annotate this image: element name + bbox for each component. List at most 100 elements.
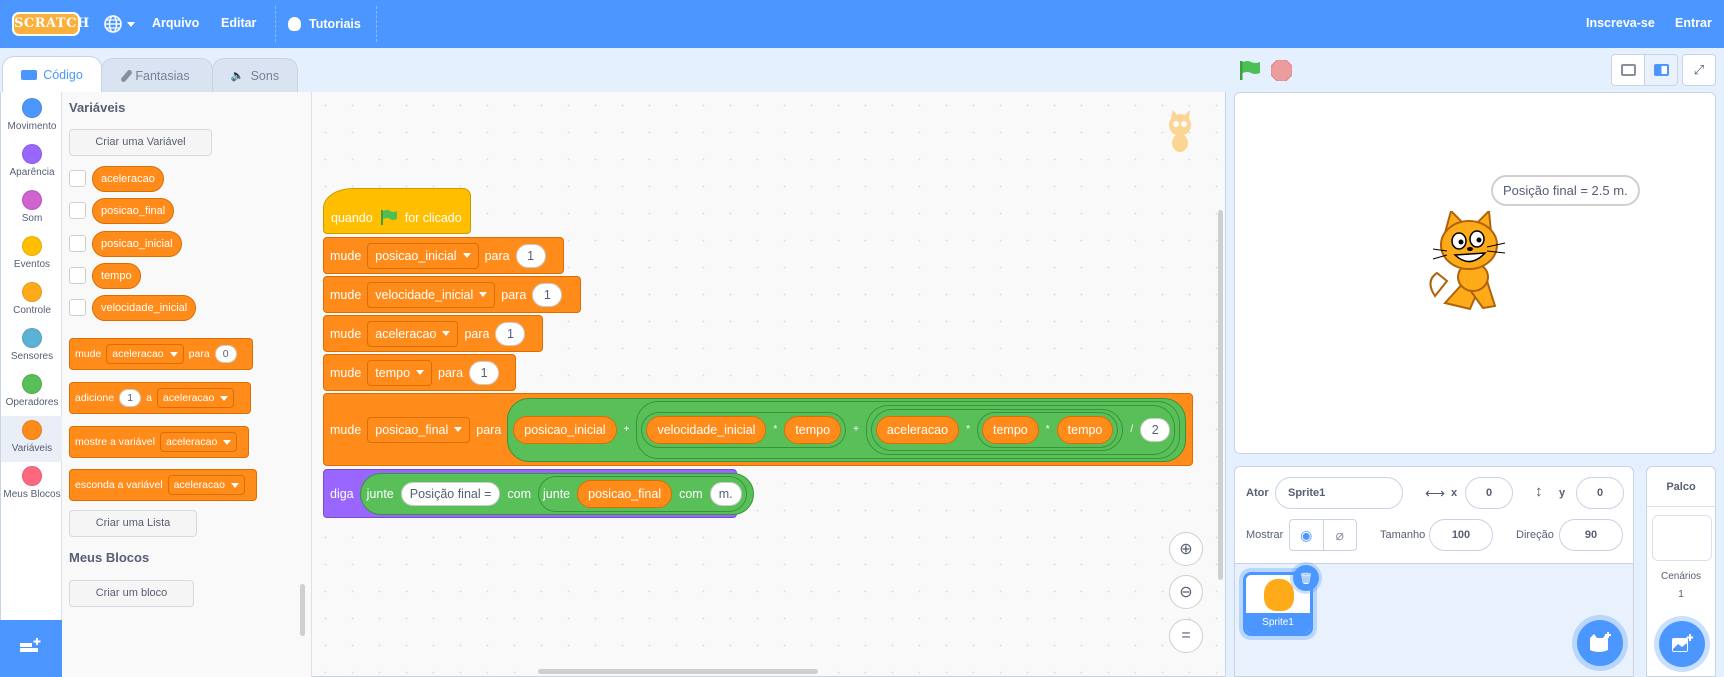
variable-checkbox[interactable] [69,235,86,252]
add-operator[interactable]: velocidade_inicial * tempo + aceleracao … [636,400,1181,459]
direction-input[interactable]: 90 [1559,519,1623,551]
set-variable-block[interactable]: mude aceleracao para 1 [323,315,543,352]
variable-checkbox[interactable] [69,170,86,187]
fullscreen-button[interactable]: ⤢ [1682,54,1716,86]
x-input[interactable]: 0 [1465,477,1513,509]
code-vertical-scrollbar[interactable] [1218,210,1223,580]
variable-dropdown[interactable]: aceleracao [167,475,245,495]
variable-reporter[interactable]: posicao_inicial [513,415,617,444]
multiply-operator[interactable]: aceleracao * tempo * tempo [870,408,1124,451]
delete-sprite-button[interactable]: 🗑 [1293,565,1319,591]
category-control[interactable]: Controle [1,282,63,326]
create-block-button[interactable]: Criar um bloco [69,580,194,607]
signin-link[interactable]: Entrar [1675,0,1712,48]
variable-dropdown[interactable]: posicao_inicial [367,242,479,269]
stage-pane[interactable]: Palco Cenários 1 [1646,466,1716,677]
backdrop-thumbnail[interactable] [1652,515,1712,561]
text-input[interactable]: m. [709,481,742,506]
create-variable-button[interactable]: Criar uma Variável [69,129,212,156]
variable-dropdown[interactable]: posicao_final [367,416,471,443]
variable-reporter[interactable]: tempo [1056,415,1114,444]
variable-reporter[interactable]: velocidade_inicial [92,295,197,321]
category-motion[interactable]: Movimento [1,98,63,142]
say-block[interactable]: diga junte Posição final = com junte pos… [323,469,754,518]
palette-set-variable-block[interactable]: mude aceleracao para 0 [69,338,253,370]
sprite-name-input[interactable]: Sprite1 [1275,477,1403,509]
palette-scrollbar[interactable] [300,584,305,636]
divide-operator[interactable]: aceleracao * tempo * tempo / 2 [865,404,1176,455]
signup-link[interactable]: Inscreva-se [1586,0,1655,48]
create-list-button[interactable]: Criar uma Lista [69,510,197,537]
stop-button[interactable] [1271,60,1292,81]
variable-reporter[interactable]: posicao_final [577,479,673,508]
palette-show-variable-block[interactable]: mostre a variável aceleracao [69,426,249,458]
tab-code[interactable]: Código [2,56,102,92]
category-my-blocks[interactable]: Meus Blocos [1,466,63,510]
tab-sounds[interactable]: 🔈 Sons [212,58,298,92]
category-operators[interactable]: Operadores [1,374,63,418]
variable-reporter[interactable]: posicao_inicial [92,231,182,257]
category-events[interactable]: Eventos [1,236,63,280]
category-sound[interactable]: Som [1,190,63,234]
variable-dropdown[interactable]: tempo [367,359,433,386]
variable-checkbox[interactable] [69,299,86,316]
variable-checkbox[interactable] [69,267,86,284]
variable-reporter[interactable]: tempo [784,415,842,444]
variable-dropdown[interactable]: velocidade_inicial [367,281,496,308]
value-input[interactable]: 1 [469,360,500,385]
variable-dropdown[interactable]: aceleracao [156,388,235,408]
join-operator[interactable]: junte Posição final = com junte posicao_… [359,472,754,515]
hide-sprite-button[interactable]: ⌀ [1324,520,1357,550]
join-operator[interactable]: junte posicao_final com m. [538,475,747,512]
code-horizontal-scrollbar[interactable] [538,669,818,674]
variable-dropdown[interactable]: aceleracao [367,320,459,347]
zoom-out-button[interactable]: ⊖ [1169,575,1203,609]
variable-reporter[interactable]: velocidade_inicial [646,415,767,444]
cat-sprite[interactable] [1425,211,1525,316]
tutorials-menu[interactable]: Tutoriais [288,0,361,48]
set-variable-block[interactable]: mude tempo para 1 [323,354,516,391]
variable-reporter[interactable]: tempo [92,263,141,289]
value-input[interactable]: 1 [119,389,142,407]
set-variable-block[interactable]: mude posicao_inicial para 1 [323,237,564,274]
tab-costumes[interactable]: Fantasias [101,58,213,92]
set-posicao-final-block[interactable]: mude posicao_final para posicao_inicial … [323,393,1193,466]
zoom-reset-button[interactable]: = [1169,619,1203,653]
green-flag-button[interactable] [1239,60,1261,80]
text-input[interactable]: Posição final = [400,481,501,506]
size-input[interactable]: 100 [1429,519,1493,551]
zoom-in-button[interactable]: ⊕ [1169,532,1203,566]
scratch-logo[interactable]: SCRATCH [12,12,89,36]
stage[interactable]: Posição final = 2.5 m. [1234,92,1716,454]
y-input[interactable]: 0 [1576,477,1624,509]
multiply-operator[interactable]: velocidade_inicial * tempo [641,411,847,448]
code-area[interactable]: quando for clicado mude posicao_inicial … [312,92,1226,677]
edit-menu[interactable]: Editar [221,0,256,48]
value-input[interactable]: 1 [532,282,563,307]
palette-hide-variable-block[interactable]: esconda a variável aceleracao [69,469,257,501]
variable-reporter[interactable]: aceleracao [92,166,164,192]
set-variable-block[interactable]: mude velocidade_inicial para 1 [323,276,581,313]
variable-reporter[interactable]: aceleracao [875,415,960,444]
value-input[interactable]: 2 [1140,417,1171,442]
category-sensing[interactable]: Sensores [1,328,63,372]
small-stage-button[interactable] [1611,54,1645,86]
multiply-operator[interactable]: tempo * tempo [976,411,1119,448]
variable-reporter[interactable]: posicao_final [92,198,175,224]
choose-sprite-button[interactable] [1577,620,1623,666]
add-extension-button[interactable] [0,620,62,677]
variable-checkbox[interactable] [69,202,86,219]
file-menu[interactable]: Arquivo [152,0,199,48]
choose-backdrop-button[interactable] [1659,621,1705,667]
palette-change-variable-block[interactable]: adicione 1 a aceleracao [69,382,251,414]
language-menu[interactable] [103,0,135,48]
variable-reporter[interactable]: tempo [981,415,1039,444]
value-input[interactable]: 0 [214,345,237,363]
value-input[interactable]: 1 [495,321,526,346]
category-variables[interactable]: Variáveis [1,416,63,462]
category-looks[interactable]: Aparência [1,144,63,188]
show-sprite-button[interactable]: ◉ [1290,520,1324,550]
when-flag-clicked-block[interactable]: quando for clicado [323,188,471,234]
variable-dropdown[interactable]: aceleracao [106,344,184,364]
value-input[interactable]: 1 [515,243,546,268]
